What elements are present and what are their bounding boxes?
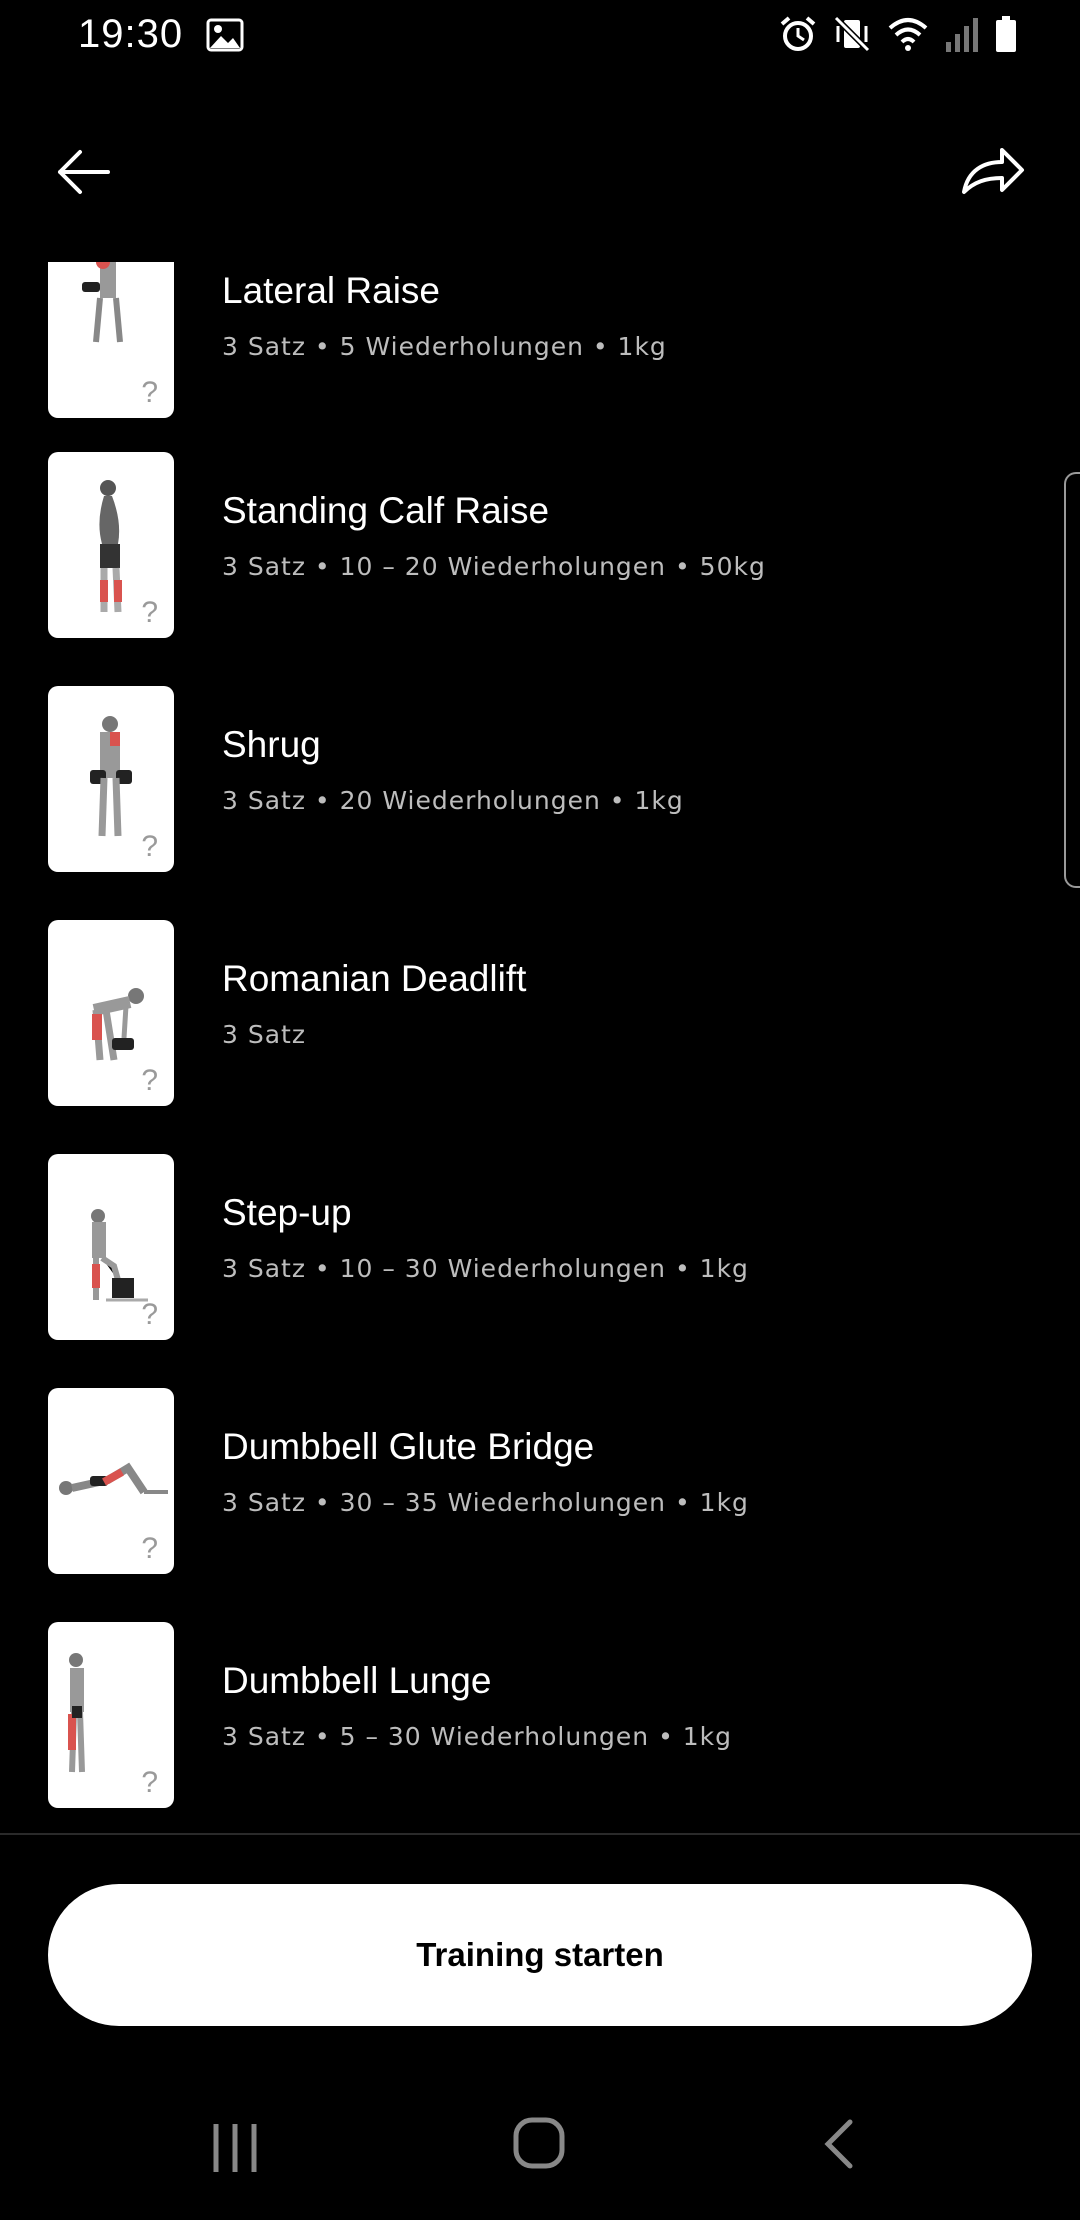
- exercise-thumbnail[interactable]: ?: [48, 262, 174, 418]
- start-training-button[interactable]: Training starten: [48, 1884, 1032, 2026]
- status-time: 19:30: [78, 12, 184, 56]
- exercise-name: Lateral Raise: [222, 270, 441, 311]
- list-item[interactable]: ? Dumbbell Lunge 3 Satz • 5 – 30 Wiederh…: [48, 1622, 1048, 1808]
- list-item[interactable]: ? Dumbbell Glute Bridge 3 Satz • 30 – 35…: [48, 1388, 1048, 1574]
- alarm-icon: [780, 16, 816, 51]
- exercise-thumbnail[interactable]: ?: [48, 1622, 174, 1808]
- wifi-icon: [888, 18, 928, 51]
- exercise-detail: 3 Satz • 5 Wiederholungen • 1kg: [222, 332, 667, 361]
- exercise-detail: 3 Satz • 30 – 35 Wiederholungen • 1kg: [222, 1488, 749, 1517]
- arrow-left-icon[interactable]: [52, 140, 116, 204]
- system-nav-bar: [0, 2090, 1080, 2200]
- list-item[interactable]: ? Lateral Raise 3 Satz • 5 Wiederholunge…: [48, 262, 1048, 418]
- exercise-name: Romanian Deadlift: [222, 958, 527, 999]
- exercise-thumbnail[interactable]: ?: [48, 452, 174, 638]
- exercise-detail: 3 Satz • 10 – 30 Wiederholungen • 1kg: [222, 1254, 749, 1283]
- exercise-detail: 3 Satz • 20 Wiederholungen • 1kg: [222, 786, 684, 815]
- divider: [0, 1833, 1080, 1835]
- exercise-name: Dumbbell Lunge: [222, 1660, 492, 1701]
- status-bar: 19:30: [0, 0, 1080, 72]
- exercise-name: Shrug: [222, 724, 321, 765]
- exercise-name: Step-up: [222, 1192, 352, 1233]
- exercise-name: Standing Calf Raise: [222, 490, 550, 531]
- recents-icon[interactable]: [210, 2120, 260, 2176]
- exercise-name: Dumbbell Glute Bridge: [222, 1426, 595, 1467]
- help-icon[interactable]: ?: [141, 1532, 158, 1566]
- back-nav-icon[interactable]: [822, 2118, 856, 2170]
- exercise-thumbnail[interactable]: ?: [48, 920, 174, 1106]
- list-item[interactable]: ? Shrug 3 Satz • 20 Wiederholungen • 1kg: [48, 686, 1048, 872]
- share-icon[interactable]: [958, 140, 1028, 204]
- vibrate-mute-icon: [833, 15, 871, 53]
- help-icon[interactable]: ?: [141, 830, 158, 864]
- help-icon[interactable]: ?: [141, 1766, 158, 1800]
- gallery-icon: [206, 18, 244, 52]
- list-item[interactable]: ? Romanian Deadlift 3 Satz: [48, 920, 1048, 1106]
- home-icon[interactable]: [512, 2116, 566, 2170]
- list-item[interactable]: ? Standing Calf Raise 3 Satz • 10 – 20 W…: [48, 452, 1048, 638]
- list-item[interactable]: ? Step-up 3 Satz • 10 – 30 Wiederholunge…: [48, 1154, 1048, 1340]
- help-icon[interactable]: ?: [141, 376, 158, 410]
- help-icon[interactable]: ?: [141, 1298, 158, 1332]
- exercise-detail: 3 Satz • 5 – 30 Wiederholungen • 1kg: [222, 1722, 733, 1751]
- battery-icon: [996, 16, 1016, 52]
- app-bar: [0, 120, 1080, 220]
- exercise-detail: 3 Satz: [222, 1020, 306, 1049]
- exercise-thumbnail[interactable]: ?: [48, 686, 174, 872]
- scroll-handle[interactable]: [1064, 472, 1080, 888]
- help-icon[interactable]: ?: [141, 1064, 158, 1098]
- help-icon[interactable]: ?: [141, 596, 158, 630]
- exercise-list[interactable]: ? Lateral Raise 3 Satz • 5 Wiederholunge…: [0, 262, 1080, 1832]
- exercise-thumbnail[interactable]: ?: [48, 1388, 174, 1574]
- exercise-thumbnail[interactable]: ?: [48, 1154, 174, 1340]
- exercise-detail: 3 Satz • 10 – 20 Wiederholungen • 50kg: [222, 552, 766, 581]
- signal-icon: [946, 18, 978, 52]
